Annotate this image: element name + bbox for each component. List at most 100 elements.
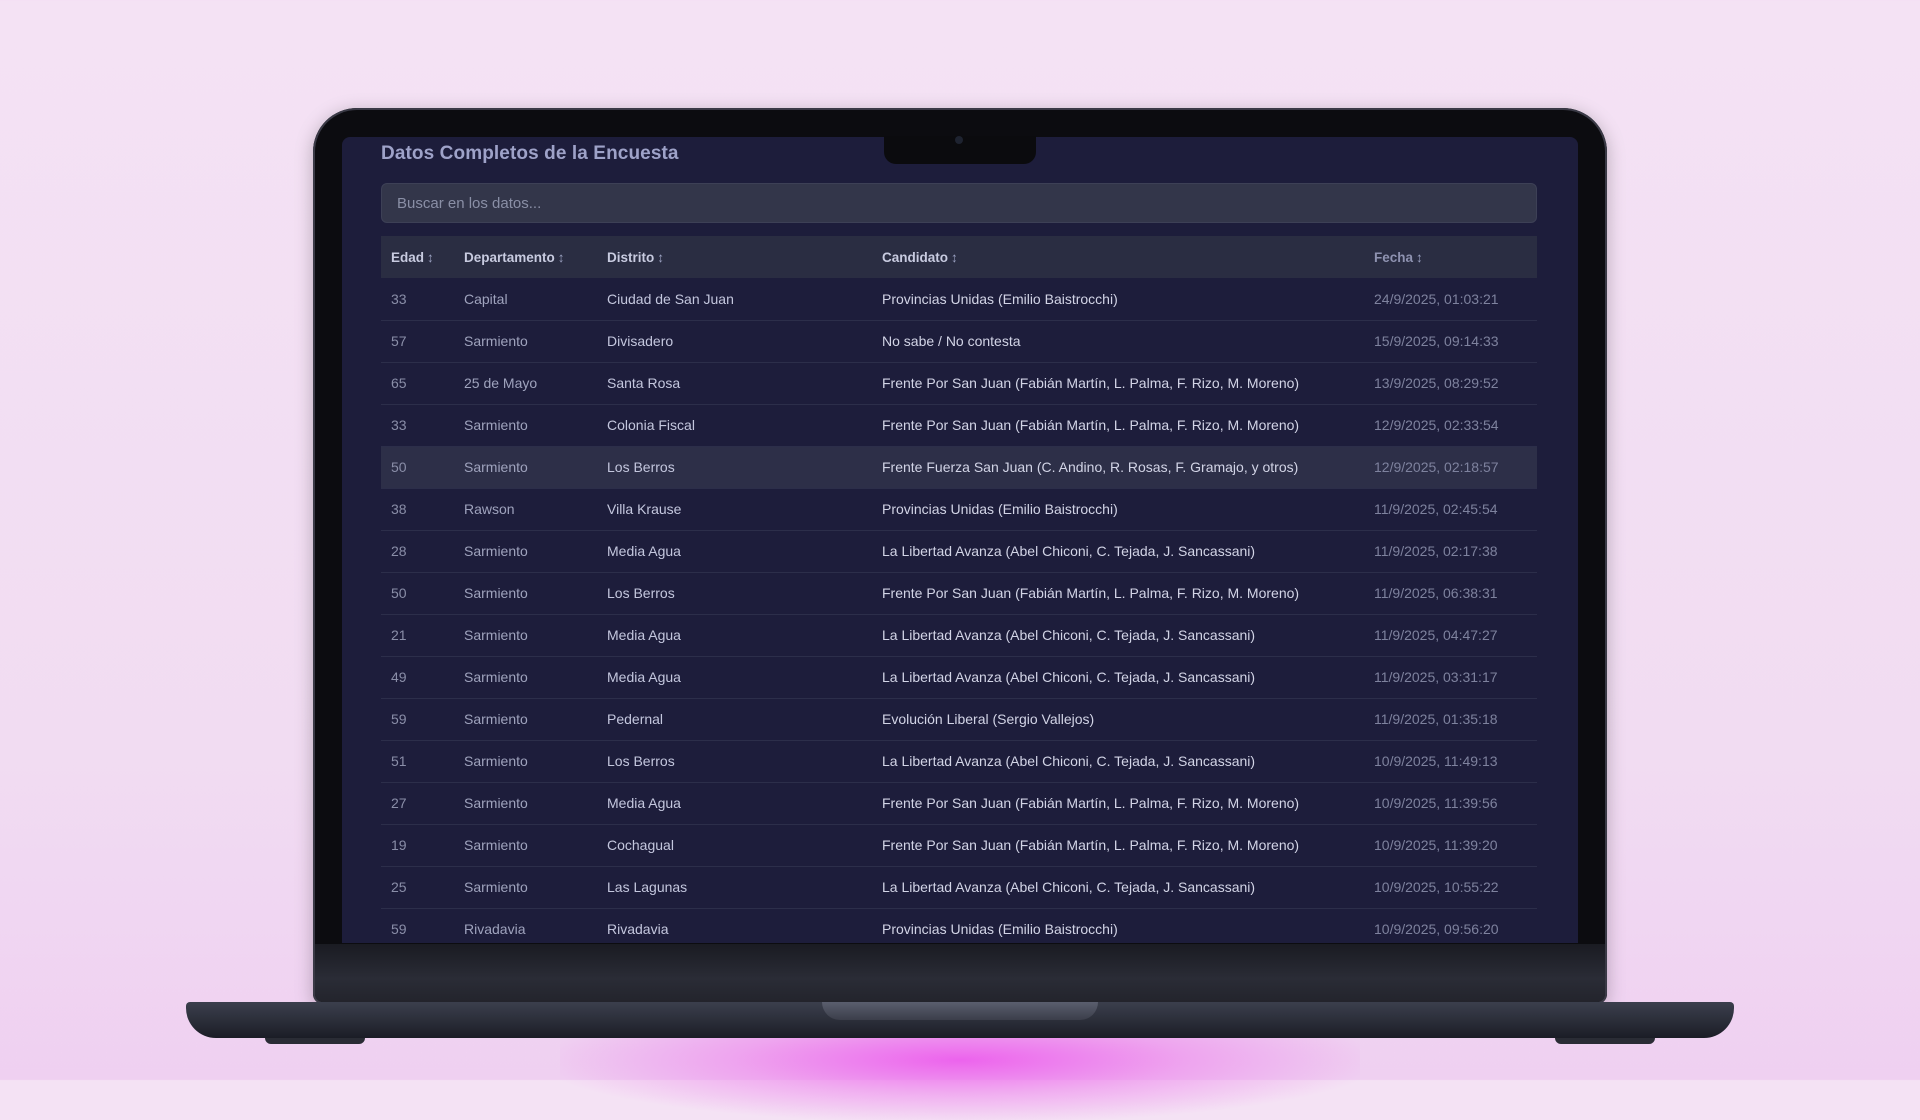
sort-icon: ↕ — [951, 249, 958, 265]
cell-fecha: 11/9/2025, 03:31:17 — [1374, 669, 1498, 685]
cell-edad: 50 — [391, 459, 407, 475]
sort-icon: ↕ — [1416, 249, 1423, 265]
cell-edad: 50 — [391, 585, 407, 601]
laptop-screen: Datos Completos de la Encuesta Edad↕ Dep… — [342, 137, 1578, 943]
cell-fecha: 10/9/2025, 11:39:56 — [1374, 795, 1498, 811]
table-row[interactable]: 25 Sarmiento Las Lagunas La Libertad Avanza… — [381, 866, 1537, 908]
table-row[interactable]: 59 Rivadavia Rivadavia Provincias Unidas (E… — [381, 908, 1537, 943]
cell-candidato: Provincias Unidas (Emilio Baistrocchi) — [882, 290, 1118, 307]
cell-departamento: Rivadavia — [464, 921, 526, 937]
cell-fecha: 10/9/2025, 10:55:22 — [1374, 879, 1499, 895]
cell-departamento: Sarmiento — [464, 753, 528, 769]
sort-icon: ↕ — [657, 249, 664, 265]
cell-candidato: Provincias Unidas (Emilio Baistrocchi) — [882, 501, 1118, 517]
cell-candidato: Evolución Liberal (Sergio Vallejos) — [882, 711, 1095, 727]
table-row[interactable]: 57 Sarmiento Divisadero No sabe / No contes… — [381, 320, 1537, 362]
cell-departamento: Sarmiento — [464, 795, 528, 811]
table-row[interactable]: 21 Sarmiento Media Agua La Libertad Avanza … — [381, 614, 1537, 656]
cell-fecha: 10/9/2025, 11:49:13 — [1374, 753, 1498, 769]
cell-candidato: La Libertad Avanza (Abel Chiconi, C. Tej… — [882, 543, 1256, 559]
cell-distrito: Rivadavia — [607, 921, 669, 937]
cell-fecha: 12/9/2025, 02:18:57 — [1374, 459, 1499, 475]
cell-candidato: Frente Por San Juan (Fabián Martín, L. P… — [882, 375, 1300, 391]
cell-edad: 49 — [391, 669, 407, 685]
table-row[interactable]: 49 Sarmiento Media Agua La Libertad Avanza … — [381, 656, 1537, 698]
cell-edad: 59 — [391, 921, 407, 937]
cell-fecha: 24/9/2025, 01:03:21 — [1374, 290, 1499, 307]
cell-distrito: Los Berros — [607, 585, 675, 601]
cell-edad: 28 — [391, 543, 407, 559]
cell-fecha: 15/9/2025, 09:14:33 — [1374, 333, 1499, 349]
cell-distrito: Pedernal — [607, 711, 664, 727]
cell-candidato: Frente Por San Juan (Fabián Martín, L. P… — [882, 795, 1300, 811]
cell-edad: 19 — [391, 837, 407, 853]
cell-distrito: Ciudad de San Juan — [607, 290, 734, 307]
laptop-foot — [1555, 1038, 1655, 1044]
cell-distrito: Los Berros — [607, 459, 675, 475]
cell-edad: 25 — [391, 879, 407, 895]
table-header-row: Edad ↕ Departamento ↕ Distrito ↕ Candidato ↕… — [381, 236, 1537, 278]
table-row[interactable]: 33 Capital Ciudad de San Juan Provincias Un… — [381, 278, 1537, 320]
table-row[interactable]: 38 Rawson Villa Krause Provincias Unidas (E… — [381, 488, 1537, 530]
table-body: 33 Capital Ciudad de San Juan Provincias Un… — [381, 278, 1537, 943]
column-header-candidato[interactable]: Candidato ↕ — [872, 236, 1364, 278]
cell-fecha: 12/9/2025, 02:33:54 — [1374, 417, 1499, 433]
cell-distrito: Media Agua — [607, 795, 681, 811]
cell-distrito: Media Agua — [607, 627, 681, 643]
table-row[interactable]: 59 Sarmiento Pedernal Evolución Liberal (Se… — [381, 698, 1537, 740]
cell-departamento: Sarmiento — [464, 837, 528, 853]
cell-departamento: Sarmiento — [464, 627, 528, 643]
table-row[interactable]: 33 Sarmiento Colonia Fiscal Frente Por San … — [381, 404, 1537, 446]
cell-distrito: Colonia Fiscal — [607, 417, 695, 433]
cell-edad: 33 — [391, 417, 407, 433]
cell-candidato: Frente Fuerza San Juan (C. Andino, R. Ro… — [882, 459, 1299, 475]
laptop-foot — [265, 1038, 365, 1044]
cell-edad: 59 — [391, 711, 407, 727]
laptop-base-lip — [822, 1002, 1098, 1020]
cell-fecha: 11/9/2025, 06:38:31 — [1374, 585, 1498, 601]
cell-distrito: Divisadero — [607, 333, 674, 349]
column-header-edad[interactable]: Edad ↕ — [381, 236, 454, 278]
cell-fecha: 11/9/2025, 02:17:38 — [1374, 543, 1498, 559]
cell-departamento: Rawson — [464, 501, 515, 517]
cell-fecha: 11/9/2025, 01:35:18 — [1374, 711, 1498, 727]
cell-departamento: Sarmiento — [464, 459, 528, 475]
cell-departamento: Sarmiento — [464, 417, 528, 433]
cell-departamento: 25 de Mayo — [464, 375, 538, 391]
table-row[interactable]: 65 25 de Mayo Santa Rosa Frente Por San Jua… — [381, 362, 1537, 404]
cell-edad: 57 — [391, 333, 407, 349]
sort-icon: ↕ — [427, 249, 434, 265]
cell-candidato: La Libertad Avanza (Abel Chiconi, C. Tej… — [882, 753, 1256, 769]
cell-fecha: 11/9/2025, 04:47:27 — [1374, 627, 1498, 643]
cell-departamento: Sarmiento — [464, 585, 528, 601]
cell-distrito: Santa Rosa — [607, 375, 681, 391]
cell-candidato: Frente Por San Juan (Fabián Martín, L. P… — [882, 585, 1300, 601]
cell-fecha: 10/9/2025, 09:56:20 — [1374, 921, 1499, 937]
cell-candidato: La Libertad Avanza (Abel Chiconi, C. Tej… — [882, 669, 1256, 685]
table-row[interactable]: 19 Sarmiento Cochagual Frente Por San Juan … — [381, 824, 1537, 866]
table-row[interactable]: 28 Sarmiento Media Agua La Libertad Avanza … — [381, 530, 1537, 572]
cell-fecha: 10/9/2025, 11:39:20 — [1374, 837, 1498, 853]
cell-candidato: Frente Por San Juan (Fabián Martín, L. P… — [882, 417, 1300, 433]
cell-edad: 21 — [391, 627, 407, 643]
camera-icon — [955, 136, 963, 144]
column-header-distrito[interactable]: Distrito ↕ — [597, 236, 872, 278]
cell-distrito: Media Agua — [607, 669, 681, 685]
cell-departamento: Sarmiento — [464, 711, 528, 727]
cell-edad: 38 — [391, 501, 407, 517]
table-row[interactable]: 50 Sarmiento Los Berros Frente Por San Juan… — [381, 572, 1537, 614]
search-input[interactable] — [381, 183, 1537, 223]
page-title: Datos Completos de la Encuesta — [381, 143, 679, 164]
cell-distrito: Villa Krause — [607, 501, 682, 517]
column-header-fecha[interactable]: Fecha ↕ — [1364, 236, 1537, 278]
cell-distrito: Los Berros — [607, 753, 675, 769]
column-header-departamento[interactable]: Departamento ↕ — [454, 236, 597, 278]
sort-icon: ↕ — [557, 249, 565, 265]
table-row[interactable]: 51 Sarmiento Los Berros La Libertad Avanza … — [381, 740, 1537, 782]
table-row[interactable]: 27 Sarmiento Media Agua Frente Por San Juan… — [381, 782, 1537, 824]
cell-fecha: 13/9/2025, 08:29:52 — [1374, 375, 1499, 391]
table-row[interactable]: 50 Sarmiento Los Berros Frente Fuerza San J… — [381, 446, 1537, 488]
cell-departamento: Sarmiento — [464, 879, 528, 895]
cell-distrito: Las Lagunas — [607, 879, 688, 895]
laptop-bezel-bottom — [315, 944, 1605, 1002]
